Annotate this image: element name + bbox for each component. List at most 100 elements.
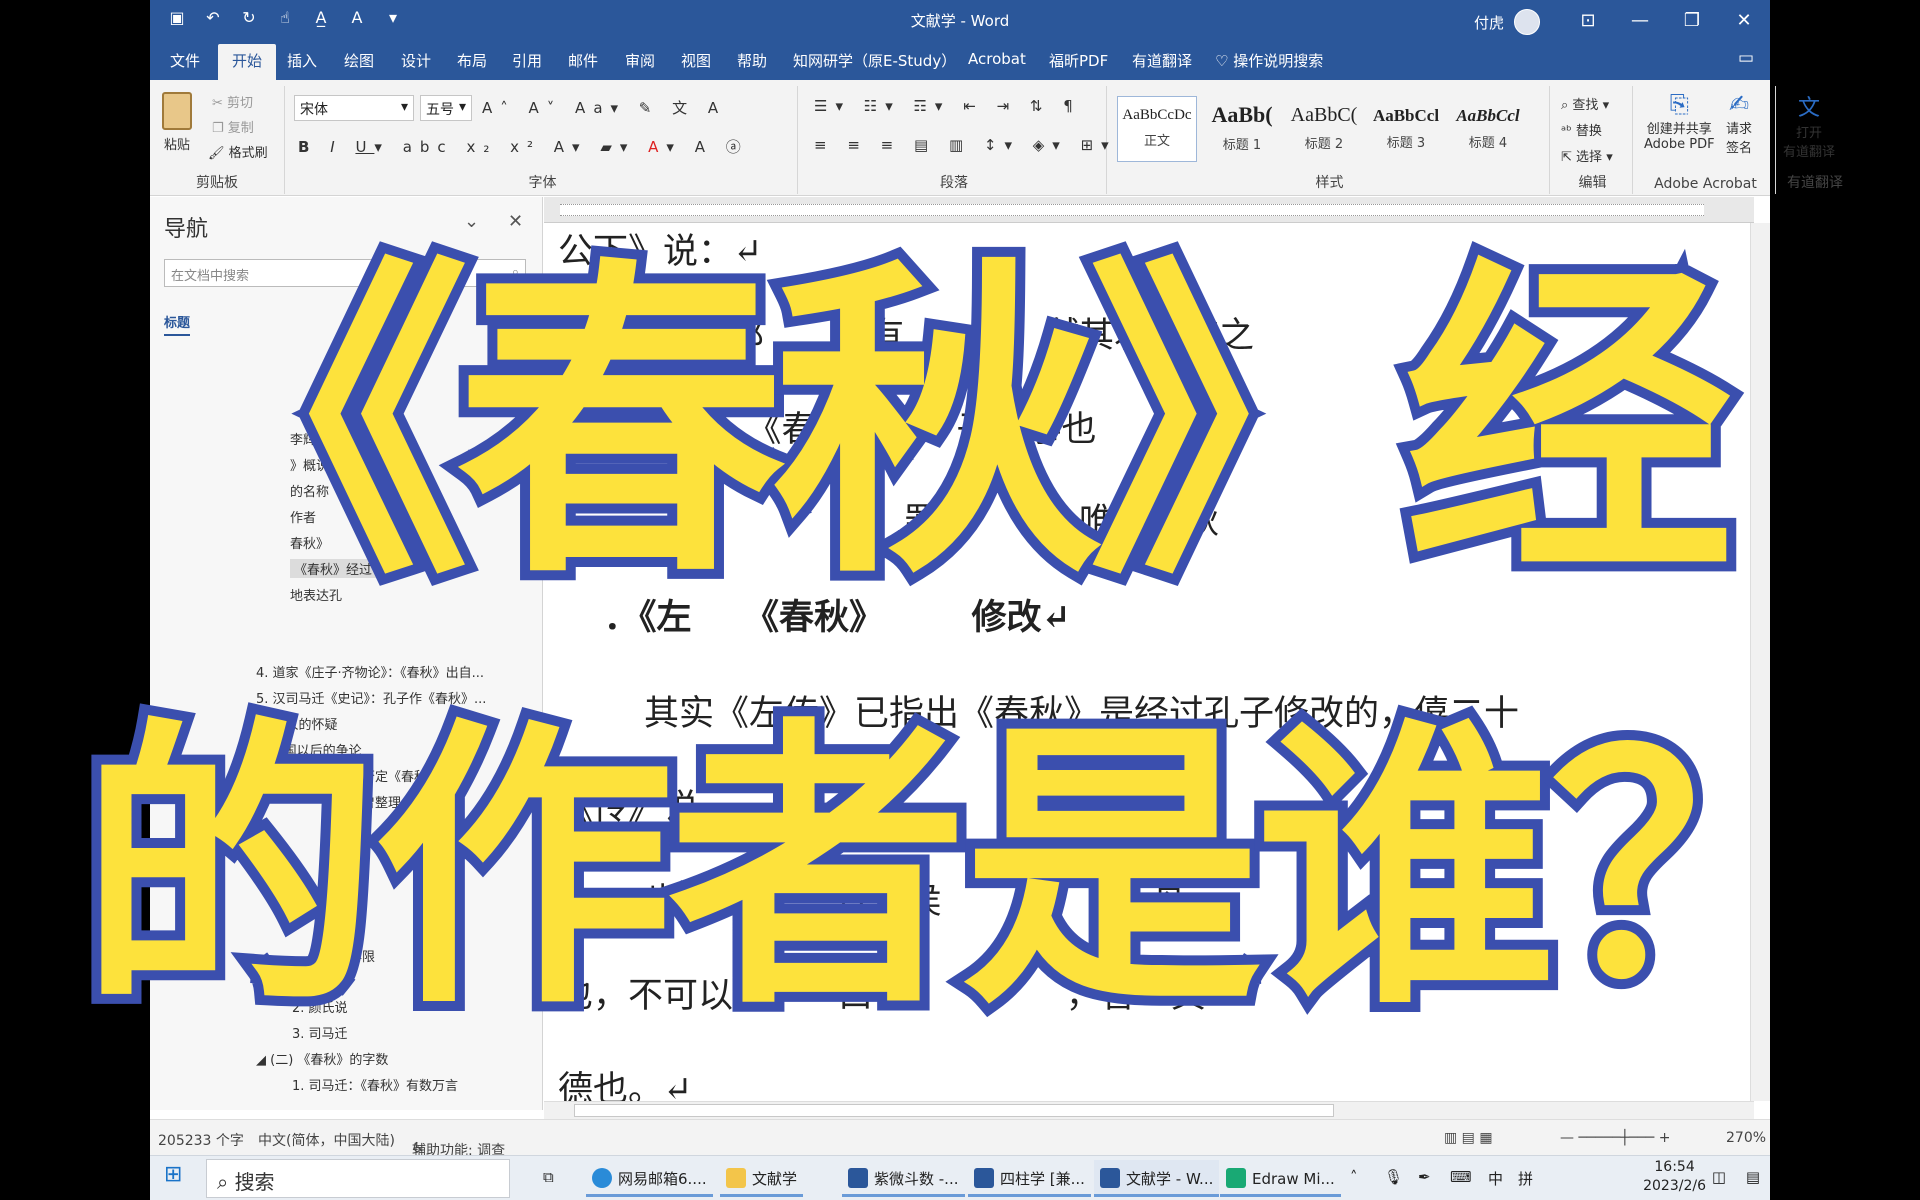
- tab-mailings[interactable]: 邮件: [568, 50, 598, 71]
- tab-insert[interactable]: 插入: [287, 50, 317, 71]
- open-youdao-button[interactable]: 文 打开 有道翻译: [1783, 90, 1835, 160]
- edraw-icon: [1226, 1168, 1246, 1188]
- clock-time: 16:54: [1654, 1159, 1695, 1175]
- font-size-tools[interactable]: A˄ A˅ Aa▾ ✎ 文 A: [482, 97, 726, 118]
- copy-button[interactable]: ❐ 复制: [212, 117, 254, 136]
- zoom-slider[interactable]: — ─────┼─── +: [1560, 1130, 1671, 1146]
- windows-start-icon[interactable]: ⊞: [164, 1162, 182, 1187]
- editing-group: ⌕ 查找 ▾ ᵃᵇ 替换 ⇱ 选择 ▾ 编辑: [1553, 86, 1633, 194]
- pdf-share-icon: ⎘: [1669, 90, 1689, 118]
- request-signature-button[interactable]: ✍ 请求 签名: [1726, 90, 1752, 156]
- style-heading-2[interactable]: AaBbC( 标题 2: [1284, 96, 1364, 162]
- style-heading-4[interactable]: AaBbCcl 标题 4: [1448, 96, 1528, 162]
- taskbar-clock[interactable]: 16:54 2023/2/6: [1643, 1158, 1706, 1196]
- edge-icon: [592, 1168, 612, 1188]
- nav-heading-item[interactable]: 4. 道家《庄子·齐物论》：《春秋》出自...: [256, 662, 484, 681]
- chevron-down-icon: ▾: [458, 99, 466, 115]
- language-status[interactable]: 中文(简体，中国大陆): [258, 1130, 395, 1150]
- cut-button[interactable]: ✂ 剪切: [212, 92, 253, 111]
- tab-file[interactable]: 文件: [170, 50, 200, 71]
- taskbar-app[interactable]: 文献学: [720, 1160, 804, 1197]
- view-mode-icons[interactable]: ▥ ▤ ▦: [1444, 1130, 1493, 1146]
- chevron-down-icon[interactable]: ⌄: [464, 211, 479, 232]
- alignment-tools[interactable]: ≡ ≡ ≡ ▤ ▥ ↕▾ ◈▾ ⊞▾: [814, 136, 1117, 154]
- tab-acrobat[interactable]: Acrobat: [968, 50, 1026, 68]
- tell-me-search[interactable]: ♡ 操作说明搜索: [1215, 50, 1323, 71]
- clock-date: 2023/2/6: [1643, 1178, 1706, 1194]
- nav-heading-item[interactable]: ◢ (二) 《春秋》的字数: [256, 1049, 388, 1068]
- font-format-tools[interactable]: B I U▾ abc x₂ x² A▾ ▰▾ A▾ A ⓐ: [298, 136, 749, 157]
- taskbar-app[interactable]: 网易邮箱6....: [586, 1160, 713, 1197]
- close-icon[interactable]: ✕: [508, 211, 523, 232]
- style-heading-3[interactable]: AaBbCcl 标题 3: [1366, 96, 1446, 162]
- tab-view[interactable]: 视图: [681, 50, 711, 71]
- youdao-group: 文 打开 有道翻译 有道翻译: [1779, 86, 1851, 194]
- replace-button[interactable]: ᵃᵇ 替换: [1561, 120, 1602, 139]
- tab-review[interactable]: 审阅: [625, 50, 655, 71]
- clipboard-group: 粘贴 ✂ 剪切 ❐ 复制 🖌 格式刷 剪贴板: [150, 86, 285, 194]
- notification-icon[interactable]: ▤: [1746, 1168, 1760, 1186]
- task-view-icon[interactable]: ⧉: [543, 1168, 554, 1186]
- close-icon[interactable]: ✕: [1718, 0, 1770, 40]
- scroll-thumb[interactable]: [574, 1104, 1334, 1117]
- nav-heading-item[interactable]: 1. 司马迁：《春秋》有数万言: [292, 1075, 458, 1094]
- font-name-select[interactable]: 宋体 ▾: [294, 95, 414, 121]
- ime-pinyin[interactable]: 拼: [1518, 1168, 1533, 1189]
- translate-icon: 文: [1798, 96, 1821, 121]
- search-icon: ⌕: [1561, 98, 1569, 113]
- overlay-title-line-2: 的作者是谁？: [70, 695, 1860, 1044]
- word-icon: [848, 1168, 868, 1188]
- expand-icon: ◢: [256, 1053, 271, 1068]
- taskbar-app[interactable]: Edraw Mi...: [1220, 1160, 1341, 1197]
- taskbar-app[interactable]: 紫微斗数 -...: [842, 1160, 965, 1197]
- cursor-icon: ⇱: [1561, 150, 1572, 165]
- word-icon: [974, 1168, 994, 1188]
- format-painter-button[interactable]: 🖌 格式刷: [208, 142, 268, 161]
- horizontal-scrollbar[interactable]: [544, 1101, 1754, 1119]
- tray-expand-icon[interactable]: ˄: [1350, 1168, 1358, 1186]
- window-controls: ⊡ — ❐ ✕: [1562, 0, 1770, 40]
- status-bar: 205233 个字 中文(简体，中国大陆) ♿ 辅助功能: 调查 ▥ ▤ ▦ —…: [150, 1119, 1770, 1159]
- clipboard-icon: [162, 92, 192, 130]
- tab-draw[interactable]: 绘图: [344, 50, 374, 71]
- style-heading-1[interactable]: AaBb( 标题 1: [1202, 96, 1282, 162]
- tab-layout[interactable]: 布局: [457, 50, 487, 71]
- ime-mode[interactable]: 中: [1488, 1168, 1503, 1189]
- minimize-icon[interactable]: —: [1614, 0, 1666, 40]
- tab-design[interactable]: 设计: [401, 50, 431, 71]
- taskbar-app[interactable]: 四柱学 [兼...: [968, 1160, 1091, 1197]
- horizontal-ruler[interactable]: [544, 197, 1754, 223]
- microphone-icon[interactable]: 🎙: [1384, 1168, 1403, 1186]
- word-count[interactable]: 205233 个字: [158, 1130, 244, 1150]
- overlay-title-line-1: 《春秋》经: [130, 233, 1744, 617]
- acrobat-group: ⎘ 创建并共享 Adobe PDF ✍ 请求 签名 Adobe Acrobat: [1636, 86, 1776, 194]
- font-size-select[interactable]: 五号 ▾: [420, 95, 472, 121]
- tab-foxit-pdf[interactable]: 福昕PDF: [1049, 50, 1108, 71]
- tab-help[interactable]: 帮助: [737, 50, 767, 71]
- taskbar: ⊞ ⌕ 搜索 ⧉ 网易邮箱6.... 文献学 紫微斗数 -... 四柱学 [兼.…: [150, 1155, 1770, 1200]
- restore-icon[interactable]: ❐: [1666, 0, 1718, 40]
- keyboard-icon[interactable]: ⌨: [1450, 1168, 1472, 1186]
- widget-icon[interactable]: ◫: [1712, 1168, 1726, 1186]
- list-tools[interactable]: ☰▾ ☷▾ ☶▾ ⇤ ⇥ ⇅ ¶: [814, 97, 1081, 115]
- paste-button[interactable]: 粘贴: [162, 92, 192, 153]
- zoom-level[interactable]: 270%: [1726, 1130, 1766, 1146]
- tab-estudy[interactable]: 知网研学（原E-Study）: [793, 50, 956, 71]
- user-name: 付虎: [1473, 13, 1504, 32]
- paragraph-group: ☰▾ ☷▾ ☶▾ ⇤ ⇥ ⇅ ¶ ≡ ≡ ≡ ▤ ▥ ↕▾ ◈▾ ⊞▾ 段落: [802, 86, 1109, 194]
- find-button[interactable]: ⌕ 查找 ▾: [1561, 94, 1609, 113]
- create-pdf-button[interactable]: ⎘ 创建并共享 Adobe PDF: [1644, 90, 1715, 152]
- user-account[interactable]: 付虎: [1474, 9, 1540, 35]
- style-normal[interactable]: AaBbCcDc 正文: [1117, 96, 1197, 162]
- tab-references[interactable]: 引用: [512, 50, 542, 71]
- lightbulb-icon: ♡: [1215, 52, 1234, 70]
- signature-icon: ✍: [1728, 90, 1750, 118]
- taskbar-search[interactable]: ⌕ 搜索: [206, 1159, 510, 1198]
- tab-home[interactable]: 开始: [218, 44, 277, 80]
- comments-icon[interactable]: ▭: [1738, 48, 1754, 68]
- tab-youdao[interactable]: 有道翻译: [1132, 50, 1192, 71]
- ribbon-display-icon[interactable]: ⊡: [1562, 0, 1614, 40]
- taskbar-app[interactable]: 文献学 - W...: [1094, 1160, 1220, 1197]
- pen-icon[interactable]: ✒: [1418, 1168, 1431, 1186]
- select-button[interactable]: ⇱ 选择 ▾: [1561, 146, 1613, 165]
